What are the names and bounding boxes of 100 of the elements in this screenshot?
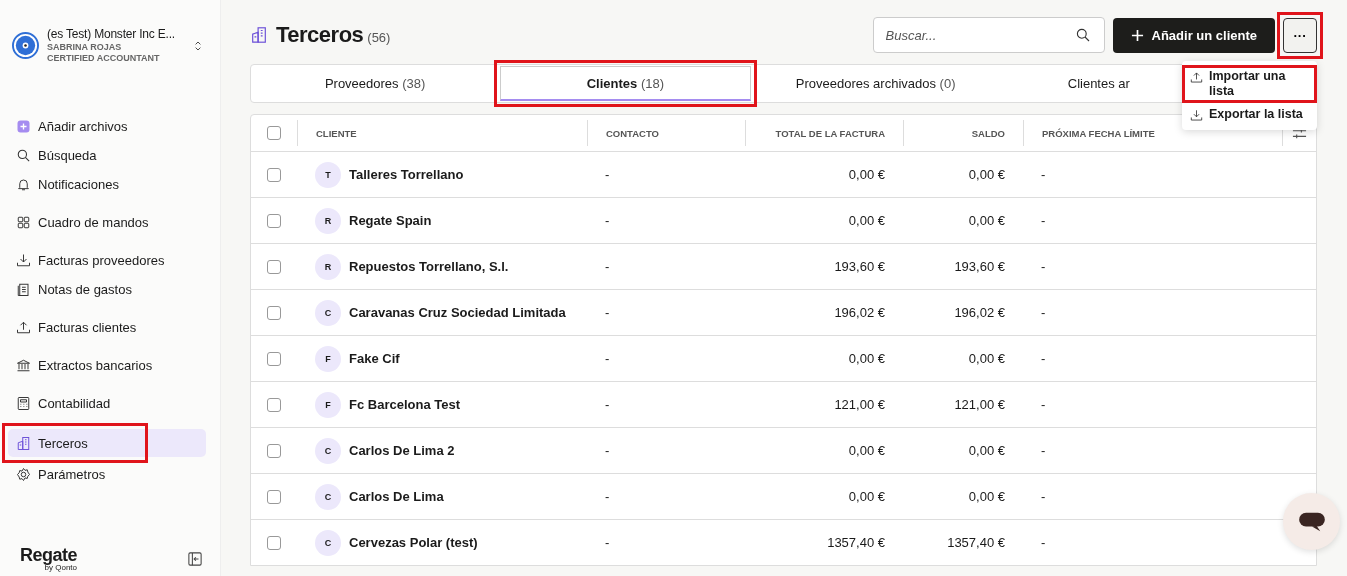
table-cell: 193,60 € bbox=[954, 259, 1005, 274]
table-cell: 0,00 € bbox=[848, 489, 885, 504]
sidebar-item[interactable]: Búsqueda bbox=[8, 143, 206, 167]
row-checkbox[interactable] bbox=[267, 213, 281, 228]
client-avatar: F bbox=[315, 345, 341, 372]
client-avatar: T bbox=[315, 161, 341, 188]
table-cell: 0,00 € bbox=[968, 443, 1005, 458]
brand-logo: Regate by Qonto bbox=[20, 546, 78, 572]
receipt-icon bbox=[16, 281, 31, 297]
table-cell: 0,00 € bbox=[848, 213, 885, 228]
table-cell: - bbox=[1041, 305, 1046, 320]
client-avatar: C bbox=[315, 483, 341, 510]
chat-icon bbox=[1297, 510, 1326, 533]
sidebar-item[interactable]: Contabilidad bbox=[8, 391, 206, 415]
client-name[interactable]: Carlos De Lima bbox=[349, 489, 444, 504]
row-checkbox[interactable] bbox=[267, 305, 281, 320]
table-cell: 121,00 € bbox=[834, 397, 885, 412]
more-options-button[interactable]: ··· bbox=[1283, 17, 1317, 53]
column-header[interactable]: CLIENTE bbox=[316, 127, 357, 139]
table-cell: 0,00 € bbox=[848, 351, 885, 366]
sidebar-item[interactable]: Extractos bancarios bbox=[8, 353, 206, 377]
table-cell: - bbox=[1041, 489, 1046, 504]
table-cell: 196,02 € bbox=[954, 305, 1005, 320]
sidebar-item[interactable]: Cuadro de mandos bbox=[8, 210, 206, 234]
client-name[interactable]: Repuestos Torrellano, S.l. bbox=[349, 259, 509, 274]
table-cell: - bbox=[1041, 213, 1046, 228]
search-field[interactable]: Buscar... bbox=[872, 17, 1105, 53]
workspace-logo bbox=[12, 32, 39, 59]
table-cell: - bbox=[1041, 167, 1046, 182]
row-checkbox[interactable] bbox=[267, 489, 281, 504]
workspace-switcher[interactable]: (es Test) Monster Inc E... SABRINA ROJAS CERTIFIED ACCOUNTANT bbox=[8, 27, 206, 64]
grid-icon bbox=[16, 214, 31, 230]
table-cell: - bbox=[605, 489, 610, 504]
client-avatar: R bbox=[315, 253, 341, 280]
bell-icon bbox=[16, 176, 31, 192]
workspace-name: (es Test) Monster Inc E... bbox=[47, 27, 176, 42]
plus-icon bbox=[1130, 28, 1144, 42]
collapse-sidebar-icon[interactable] bbox=[188, 552, 202, 566]
client-name[interactable]: Caravanas Cruz Sociedad Limitada bbox=[349, 305, 566, 320]
sidebar-item[interactable]: Notificaciones bbox=[8, 172, 206, 196]
row-checkbox[interactable] bbox=[267, 259, 281, 274]
menu-item[interactable]: Exportar la lista bbox=[1182, 102, 1317, 126]
table-cell: 121,00 € bbox=[954, 397, 1005, 412]
sidebar-item[interactable]: Añadir archivos bbox=[8, 114, 206, 138]
sidebar-item[interactable]: Notas de gastos bbox=[8, 277, 206, 301]
row-checkbox[interactable] bbox=[267, 397, 281, 412]
add-client-button[interactable]: Añadir un cliente bbox=[1112, 17, 1275, 53]
upload-icon bbox=[1190, 70, 1203, 84]
table-cell: - bbox=[1041, 443, 1046, 458]
table-cell: 0,00 € bbox=[968, 213, 1005, 228]
column-header[interactable]: SALDO bbox=[971, 127, 1005, 139]
client-avatar: R bbox=[315, 207, 341, 234]
client-name[interactable]: Regate Spain bbox=[349, 213, 432, 228]
table-cell: - bbox=[1041, 351, 1046, 366]
column-header[interactable]: TOTAL DE LA FACTURA bbox=[775, 127, 885, 139]
client-avatar: C bbox=[315, 437, 341, 464]
table-cell: - bbox=[605, 397, 610, 412]
row-checkbox[interactable] bbox=[267, 351, 281, 366]
table-cell: - bbox=[605, 351, 610, 366]
menu-item[interactable]: Importar una lista bbox=[1182, 64, 1317, 103]
table-cell: 0,00 € bbox=[968, 167, 1005, 182]
client-name[interactable]: Cervezas Polar (test) bbox=[349, 535, 478, 550]
user-name: SABRINA ROJAS bbox=[47, 42, 123, 53]
column-header[interactable]: CONTACTO bbox=[606, 127, 659, 139]
client-name[interactable]: Fc Barcelona Test bbox=[349, 397, 461, 412]
select-all-checkbox[interactable] bbox=[267, 126, 281, 140]
page-title: Terceros bbox=[276, 22, 364, 48]
building-icon bbox=[250, 26, 268, 44]
row-checkbox[interactable] bbox=[267, 535, 281, 550]
client-name[interactable]: Talleres Torrellano bbox=[349, 167, 464, 182]
sidebar-item[interactable]: Terceros bbox=[8, 429, 206, 457]
column-header[interactable]: PRÓXIMA FECHA LÍMITE bbox=[1042, 127, 1155, 139]
tab[interactable]: Proveedores (38) bbox=[251, 65, 500, 102]
search-icon bbox=[1074, 27, 1091, 43]
client-avatar: C bbox=[315, 529, 341, 556]
upload-icon bbox=[16, 319, 31, 335]
gear-icon bbox=[16, 466, 31, 482]
table-cell: - bbox=[605, 305, 610, 320]
table-cell: 0,00 € bbox=[848, 167, 885, 182]
sidebar-item[interactable]: Facturas proveedores bbox=[8, 248, 206, 272]
table-cell: - bbox=[605, 535, 610, 550]
table-cell: - bbox=[1041, 259, 1046, 274]
search-icon bbox=[16, 147, 31, 163]
building-icon bbox=[16, 435, 31, 451]
table-cell: 0,00 € bbox=[968, 489, 1005, 504]
client-name[interactable]: Fake Cif bbox=[349, 351, 400, 366]
table-cell: 1357,40 € bbox=[947, 535, 1005, 550]
page-count: (56) bbox=[367, 30, 391, 45]
table-cell: - bbox=[1041, 535, 1046, 550]
calculator-icon bbox=[16, 395, 31, 411]
tab[interactable]: Clientes (18) bbox=[500, 66, 751, 101]
table-cell: 196,02 € bbox=[834, 305, 885, 320]
table-cell: 0,00 € bbox=[968, 351, 1005, 366]
row-checkbox[interactable] bbox=[267, 167, 281, 182]
client-name[interactable]: Carlos De Lima 2 bbox=[349, 443, 455, 458]
sidebar-item[interactable]: Parámetros bbox=[8, 462, 206, 486]
table-cell: - bbox=[605, 213, 610, 228]
row-checkbox[interactable] bbox=[267, 443, 281, 458]
sidebar-item[interactable]: Facturas clientes bbox=[8, 315, 206, 339]
tab[interactable]: Proveedores archivados (0) bbox=[751, 65, 1000, 102]
